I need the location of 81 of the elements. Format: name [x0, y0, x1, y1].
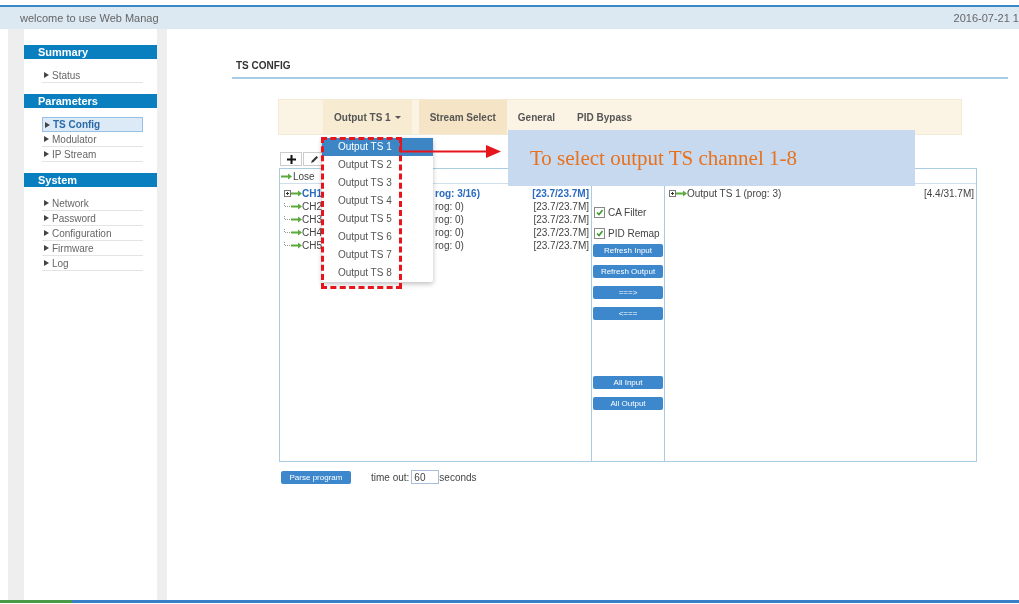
bullet-icon	[44, 136, 49, 142]
channel-name[interactable]: CH5	[302, 240, 322, 251]
channel-info: rog: 0)	[435, 227, 465, 238]
action-button[interactable]: Refresh Output	[593, 265, 663, 278]
bullet-icon	[44, 215, 49, 221]
nav-item[interactable]: TS Config	[42, 117, 143, 132]
tab[interactable]: Stream Select	[418, 100, 507, 134]
edit-button[interactable]	[303, 152, 325, 166]
channel-info: rog: 0)	[435, 214, 465, 225]
output-rate: [4.4/31.7M]	[923, 188, 974, 199]
tree-root[interactable]: Lose	[293, 170, 315, 182]
bullet-icon	[44, 151, 49, 157]
welcome-text: welcome to use Web Manag	[20, 12, 159, 24]
nav-item[interactable]: Log	[42, 256, 143, 271]
channel-info: rog: 0)	[435, 201, 465, 212]
pencil-icon	[309, 154, 319, 164]
menu-item[interactable]: Output TS 2	[322, 156, 433, 174]
menu-item[interactable]: Output TS 5	[322, 210, 433, 228]
channel-rate: [23.7/23.7M]	[532, 188, 589, 199]
action-button[interactable]: Refresh Input	[593, 244, 663, 257]
bullet-icon	[44, 200, 49, 206]
bullet-icon	[44, 72, 49, 78]
menu-item[interactable]: Output TS 7	[322, 246, 433, 264]
expand-icon[interactable]	[669, 190, 676, 197]
caret-icon	[394, 115, 401, 119]
nav-item[interactable]: Configuration	[42, 226, 143, 241]
parse-button[interactable]: Parse program	[281, 470, 351, 484]
channel-name[interactable]: CH4	[302, 227, 322, 238]
action-button[interactable]: All Output	[593, 397, 663, 410]
annotation-callout: To select output TS channel 1-8	[508, 130, 915, 186]
bullet-icon	[44, 245, 49, 251]
menu-item[interactable]: Output TS 4	[322, 192, 433, 210]
action-button[interactable]: <===	[593, 307, 663, 320]
section-header: Parameters	[24, 94, 157, 108]
nav-item[interactable]: IP Stream	[42, 147, 143, 162]
arrow-icon	[291, 190, 302, 197]
menu-item[interactable]: Output TS 1	[322, 138, 433, 156]
nav-item[interactable]: Modulator	[42, 132, 143, 147]
timeout-label: time out:	[371, 471, 410, 483]
unit-label: seconds	[439, 471, 477, 483]
arrow-icon	[676, 190, 687, 197]
checkbox[interactable]	[594, 207, 605, 218]
channel-rate: [23.7/23.7M]	[533, 227, 589, 238]
channel-info: rog: 0)	[435, 240, 465, 251]
timeout-field[interactable]: 60	[411, 470, 440, 484]
bullet-icon	[44, 260, 49, 266]
action-button[interactable]: ===>	[593, 286, 663, 299]
channel-rate: [23.7/23.7M]	[533, 214, 589, 225]
bullet-icon	[44, 230, 49, 236]
page-title: TS CONFIG	[236, 60, 291, 71]
checkbox[interactable]	[594, 228, 605, 239]
channel-name[interactable]: CH3	[302, 214, 322, 225]
option-label: CA Filter	[608, 207, 647, 218]
arrow-icon	[291, 216, 302, 223]
channel-name[interactable]: CH2	[302, 201, 322, 212]
channel-name[interactable]: CH1	[302, 188, 322, 199]
arrow-icon	[281, 172, 292, 180]
nav-item[interactable]: Password	[42, 211, 143, 226]
nav-item[interactable]: Status	[42, 68, 143, 83]
dropdown-tab[interactable]: Output TS 1	[323, 100, 412, 134]
menu-item[interactable]: Output TS 6	[322, 228, 433, 246]
expand-icon[interactable]	[284, 190, 291, 197]
add-button[interactable]	[280, 152, 302, 166]
action-button[interactable]: All Input	[593, 376, 663, 389]
output-name[interactable]: Output TS 1 (prog: 3)	[687, 188, 782, 199]
bullet-icon	[45, 121, 50, 128]
nav-item[interactable]: Firmware	[42, 241, 143, 256]
channel-rate: [23.7/23.7M]	[533, 240, 589, 251]
menu-item[interactable]: Output TS 8	[322, 264, 433, 282]
channel-info: rog: 3/16)	[435, 188, 481, 199]
option-label: PID Remap	[608, 228, 660, 239]
section-header: System	[24, 173, 157, 187]
menu-item[interactable]: Output TS 3	[322, 174, 433, 192]
section-header: Summary	[24, 45, 157, 59]
arrow-icon	[291, 203, 302, 210]
arrow-icon	[291, 242, 302, 249]
nav-item[interactable]: Network	[42, 196, 143, 211]
channel-rate: [23.7/23.7M]	[533, 201, 589, 212]
arrow-icon	[291, 229, 302, 236]
date-text: 2016-07-21 1	[953, 12, 1019, 24]
plus-icon	[286, 154, 296, 164]
